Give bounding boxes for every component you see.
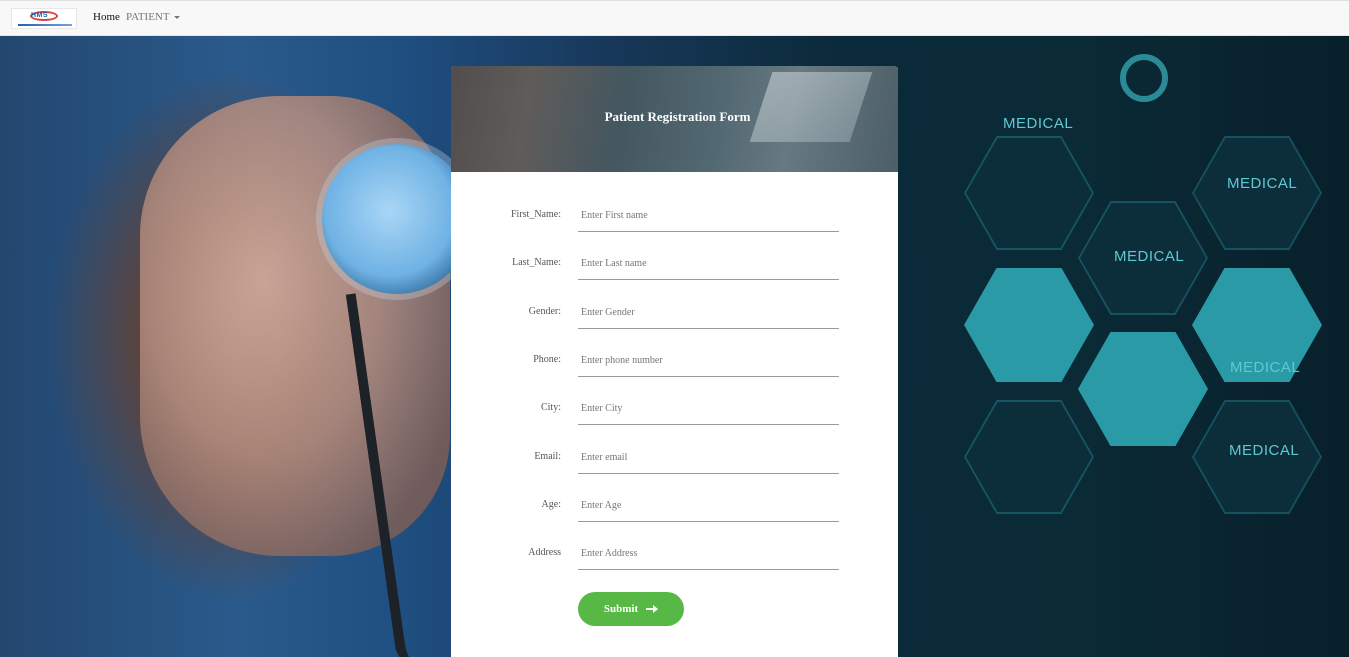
first-name-label: First_Name: [511,209,561,220]
last-name-input[interactable] [578,248,839,280]
hex-medkit [964,136,1094,250]
age-input[interactable] [578,490,839,522]
first-name-row: First_Name: [451,200,898,240]
address-label: Address [528,547,561,558]
submit-label: Submit [603,603,639,615]
first-name-input[interactable] [578,200,839,232]
age-label: Age: [541,499,561,510]
medical-label: MEDICAL [1230,359,1301,376]
address-input[interactable] [578,538,839,570]
gender-row: Gender: [451,297,898,337]
laptop-image [749,72,873,142]
hex-syringe [964,268,1094,382]
card-header: Patient Registration Form [451,66,898,172]
form-title: Patient Registration Form [604,109,751,124]
phone-label: Phone: [533,354,561,365]
phone-row: Phone: [451,345,898,385]
gender-input[interactable] [578,297,839,329]
hms-logo[interactable]: HMS [11,8,77,29]
city-row: City: [451,393,898,433]
submit-button[interactable]: Submit [578,592,684,626]
phone-input[interactable] [578,345,839,377]
last-name-row: Last_Name: [451,248,898,288]
city-input[interactable] [578,393,839,425]
stethoscope-icon [322,144,472,294]
medical-label: MEDICAL [1229,442,1300,459]
navbar: HMS Home PATIENT [0,0,1349,36]
email-row: Email: [451,442,898,482]
ring-icon [1120,54,1168,102]
arrow-right-icon [646,605,659,613]
registration-card: Patient Registration Form First_Name: La… [451,66,898,657]
last-name-label: Last_Name: [512,257,561,268]
email-input[interactable] [578,442,839,474]
age-row: Age: [451,490,898,530]
address-row: Address [451,538,898,578]
hex-medical-1 [1192,136,1322,250]
hex-pill [1078,332,1208,446]
nav-patient-label: PATIENT [126,11,170,23]
hex-empty [964,400,1094,514]
medical-label: MEDICAL [1227,175,1298,192]
nav-home-link[interactable]: Home [93,11,120,23]
logo-text: HMS [31,12,49,19]
email-label: Email: [534,451,561,462]
logo-underline [18,24,72,26]
nav-patient-dropdown[interactable]: PATIENT [126,11,180,23]
gender-label: Gender: [528,306,561,317]
medical-label: MEDICAL [1114,248,1185,265]
chevron-down-icon [173,15,180,19]
city-label: City: [540,402,561,413]
medical-label: MEDICAL [1003,115,1074,132]
